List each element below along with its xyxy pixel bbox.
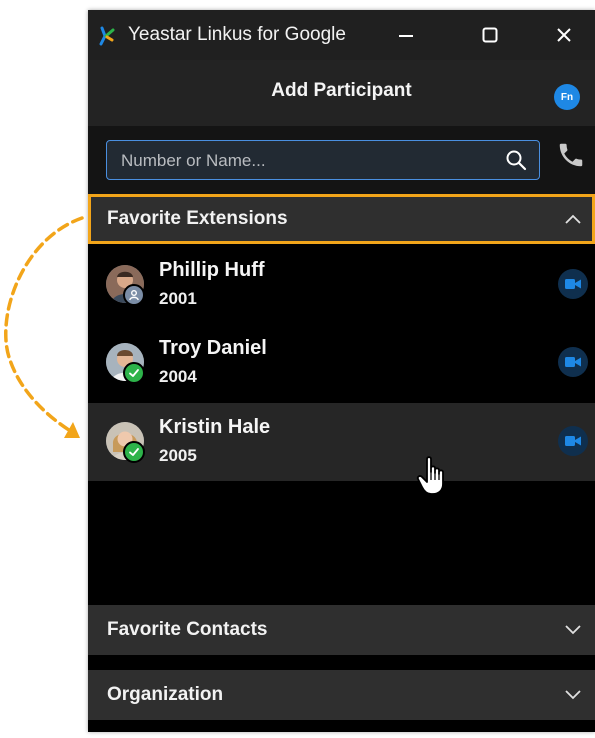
contact-name: Kristin Hale: [159, 416, 271, 438]
contact-name: Troy Daniel: [159, 337, 267, 359]
minimize-icon: [399, 35, 413, 37]
annotation-arrow: [4, 216, 84, 438]
contact-row[interactable]: Troy Daniel 2004: [88, 324, 595, 402]
search-input[interactable]: [107, 141, 503, 180]
search-icon[interactable]: [505, 149, 527, 171]
panel-header: Add Participant Fn: [88, 60, 595, 126]
video-call-button[interactable]: [558, 426, 588, 456]
video-call-button[interactable]: [558, 347, 588, 377]
phone-icon[interactable]: [556, 140, 586, 170]
section-favorite-extensions[interactable]: Favorite Extensions: [88, 194, 595, 244]
section-label: Favorite Extensions: [107, 208, 288, 229]
hand-cursor-icon: [416, 456, 444, 495]
check-icon: [129, 448, 139, 456]
page-title: Add Participant: [271, 80, 412, 101]
app-window: Yeastar Linkus for Google Add Participan…: [88, 10, 595, 732]
contact-row[interactable]: Phillip Huff 2001: [88, 246, 595, 324]
contact-row[interactable]: Kristin Hale 2005: [88, 403, 595, 481]
video-call-button[interactable]: [558, 269, 588, 299]
contact-extension: 2004: [159, 367, 197, 386]
maximize-icon: [482, 27, 498, 43]
check-icon: [129, 369, 139, 377]
contact-extension: 2001: [159, 289, 197, 308]
video-camera-icon: [565, 357, 581, 367]
video-camera-icon: [565, 436, 581, 446]
window-title: Yeastar Linkus for Google: [128, 24, 346, 45]
fn-badge-button[interactable]: Fn: [554, 84, 580, 110]
video-camera-icon: [565, 279, 581, 289]
chevron-down-icon: [565, 690, 581, 700]
minimize-button[interactable]: [386, 20, 426, 50]
maximize-button[interactable]: [470, 20, 510, 50]
search-row: [88, 126, 595, 194]
section-label: Organization: [107, 684, 224, 705]
contact-extension: 2005: [159, 446, 197, 465]
section-favorite-contacts[interactable]: Favorite Contacts: [88, 605, 595, 655]
close-icon: [557, 28, 571, 42]
app-logo-icon: [99, 26, 115, 46]
available-status-badge: [123, 362, 145, 384]
away-status-badge: [123, 284, 145, 306]
chevron-up-icon: [565, 214, 581, 224]
person-icon: [129, 290, 139, 301]
section-label: Favorite Contacts: [107, 619, 268, 640]
title-bar: Yeastar Linkus for Google: [88, 10, 595, 60]
search-box: [106, 140, 540, 180]
contact-name: Phillip Huff: [159, 259, 265, 281]
close-button[interactable]: [544, 20, 584, 50]
section-organization[interactable]: Organization: [88, 670, 595, 720]
chevron-down-icon: [565, 625, 581, 635]
available-status-badge: [123, 441, 145, 463]
